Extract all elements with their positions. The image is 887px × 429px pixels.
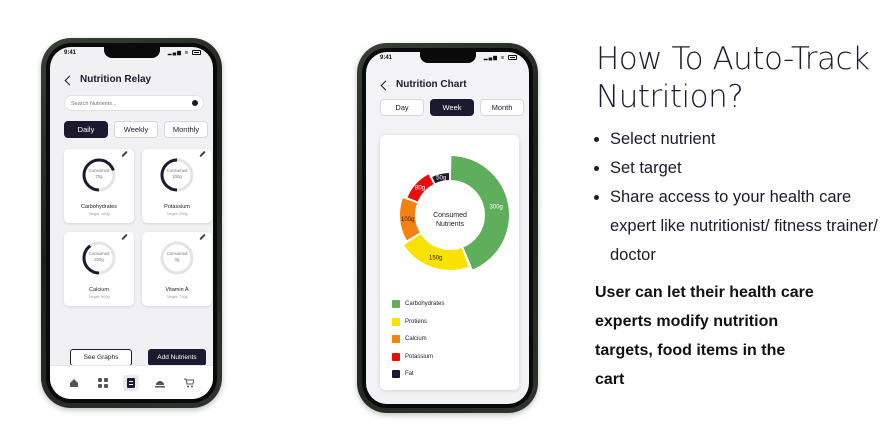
nutrient-card-calcium[interactable]: Consumed 200g Calcium Target: 500g bbox=[64, 232, 134, 306]
slice-value-label: 80g bbox=[415, 186, 425, 192]
slice-value-label: 50g bbox=[436, 176, 446, 182]
status-time: 9:41 bbox=[380, 55, 393, 61]
chart-center-label: Consumed Nutrients bbox=[433, 212, 467, 228]
ring-text: Consumed 0g bbox=[159, 251, 195, 263]
legend-label: Carbohydrates bbox=[405, 301, 445, 307]
nutrient-target: Target: 700g bbox=[166, 295, 188, 299]
edit-pencil-icon[interactable] bbox=[121, 233, 128, 241]
nutrient-target: Target: 100g bbox=[88, 212, 110, 216]
phone-mockup-nutrition-relay: 9:41 ▂▄▆ ≋ Nutrition Relay Daily Weekly … bbox=[41, 38, 222, 408]
status-icons: ▂▄▆ ≋ bbox=[168, 50, 201, 56]
legend-item-carbohydrates: Carbohydrates bbox=[392, 300, 444, 308]
bottom-nav bbox=[50, 365, 213, 399]
period-tabs: Daily Weekly Monthly bbox=[64, 121, 208, 138]
battery-icon bbox=[508, 55, 517, 61]
feature-item: Select nutrient bbox=[594, 125, 884, 154]
phone-notch bbox=[419, 52, 476, 63]
tab-week[interactable]: Week bbox=[430, 99, 474, 116]
progress-ring: Consumed 0g bbox=[159, 240, 195, 276]
feature-item: Set target bbox=[594, 154, 884, 183]
search-icon[interactable] bbox=[192, 100, 198, 106]
food-icon[interactable] bbox=[152, 375, 168, 391]
legend-swatch bbox=[392, 317, 400, 326]
search-input[interactable] bbox=[71, 98, 181, 109]
edit-pencil-icon[interactable] bbox=[199, 150, 206, 158]
legend-item-protiens: Protiens bbox=[392, 317, 428, 326]
chart-card: 300g 150g 100g 80g 50g Consumed Nutrients Car… bbox=[380, 135, 519, 390]
legend-item-potassium: Potassium bbox=[392, 352, 434, 361]
ring-amount: 200g bbox=[94, 257, 104, 262]
legend-swatch bbox=[392, 300, 400, 308]
edit-pencil-icon[interactable] bbox=[121, 150, 128, 158]
phone-bezel: 9:41 ▂▄▆ ≋ Nutrition Chart Day Week Mont… bbox=[362, 48, 533, 408]
period-tabs: Day Week Month bbox=[380, 99, 524, 116]
nutrient-name: Calcium bbox=[89, 287, 109, 293]
ring-amount: 100g bbox=[172, 174, 182, 179]
donut-slice-protiens bbox=[403, 234, 469, 270]
feature-note: User can let their health care experts m… bbox=[595, 284, 814, 388]
feature-list: Select nutrient Set target Share access … bbox=[594, 125, 884, 270]
edit-pencil-icon[interactable] bbox=[199, 233, 206, 241]
donut-chart: 300g 150g 100g 80g 50g Consumed Nutrients bbox=[400, 156, 509, 270]
cart-icon[interactable] bbox=[181, 375, 197, 391]
slice-value-label: 150g bbox=[429, 256, 442, 262]
ring-text: Consumed 70g bbox=[81, 168, 117, 180]
legend-swatch bbox=[392, 335, 400, 343]
nutrient-card-potassium[interactable]: Consumed 100g Potassium Target: 200g bbox=[142, 149, 212, 223]
legend-label: Calcium bbox=[405, 336, 427, 342]
tab-monthly[interactable]: Monthly bbox=[164, 121, 208, 138]
legend-swatch bbox=[392, 370, 400, 378]
ring-amount: 0g bbox=[174, 257, 180, 262]
legend-item-calcium: Calcium bbox=[392, 335, 427, 343]
feature-item: Share access to your health care expert … bbox=[594, 183, 884, 270]
grid-icon[interactable] bbox=[95, 375, 111, 391]
nutrient-target: Target: 500g bbox=[88, 295, 110, 299]
back-arrow-icon[interactable] bbox=[380, 80, 391, 91]
add-nutrients-button[interactable]: Add Nutrients bbox=[148, 349, 206, 366]
nutrient-name: Potassium bbox=[164, 204, 190, 210]
tab-month[interactable]: Month bbox=[480, 99, 524, 116]
nutrient-name: Vitamin A bbox=[165, 287, 189, 293]
phone-notch bbox=[103, 47, 160, 58]
tab-daily[interactable]: Daily bbox=[64, 121, 108, 138]
legend-label: Protiens bbox=[405, 318, 428, 325]
heading: How To Auto-Track Nutrition? bbox=[596, 41, 870, 115]
nutrient-card-vitamin-a[interactable]: Consumed 0g Vitamin A Target: 700g bbox=[142, 232, 212, 306]
see-graphs-button[interactable]: See Graphs bbox=[70, 349, 132, 366]
progress-ring: Consumed 100g bbox=[159, 157, 195, 193]
ring-text: Consumed 100g bbox=[159, 168, 195, 180]
status-time: 9:41 bbox=[64, 50, 77, 56]
battery-icon bbox=[192, 50, 201, 56]
tab-day[interactable]: Day bbox=[380, 99, 424, 116]
home-icon[interactable] bbox=[66, 375, 82, 391]
progress-ring: Consumed 70g bbox=[81, 157, 117, 193]
phone-bezel: 9:41 ▂▄▆ ≋ Nutrition Relay Daily Weekly … bbox=[46, 43, 217, 403]
progress-ring: Consumed 200g bbox=[81, 240, 117, 276]
tab-weekly[interactable]: Weekly bbox=[114, 121, 158, 138]
phone-screen: 9:41 ▂▄▆ ≋ Nutrition Relay Daily Weekly … bbox=[50, 47, 213, 399]
back-arrow-icon[interactable] bbox=[64, 75, 75, 86]
slice-value-label: 100g bbox=[401, 217, 414, 223]
ring-text: Consumed 200g bbox=[81, 251, 117, 263]
page-title: Nutrition Chart bbox=[396, 79, 467, 90]
phone-screen: 9:41 ▂▄▆ ≋ Nutrition Chart Day Week Mont… bbox=[366, 52, 529, 404]
legend-swatch bbox=[392, 352, 400, 361]
phone-mockup-nutrition-chart: 9:41 ▂▄▆ ≋ Nutrition Chart Day Week Mont… bbox=[357, 43, 538, 413]
status-icons: ▂▄▆ ≋ bbox=[484, 55, 517, 61]
nutrient-name: Carbohydrates bbox=[80, 204, 118, 210]
nutrient-target: Target: 200g bbox=[166, 212, 188, 216]
nutrient-card-carbohydrates[interactable]: Consumed 70g Carbohydrates Target: 100g bbox=[64, 149, 134, 223]
search-bar[interactable] bbox=[64, 95, 204, 111]
legend-item-fat: Fat bbox=[392, 370, 414, 378]
page-title: Nutrition Relay bbox=[80, 74, 152, 85]
legend-label: Potassium bbox=[405, 353, 434, 360]
legend-label: Fat bbox=[405, 371, 414, 377]
ring-amount: 70g bbox=[95, 174, 103, 179]
slice-value-label: 300g bbox=[490, 204, 503, 210]
list-icon[interactable] bbox=[123, 374, 140, 391]
